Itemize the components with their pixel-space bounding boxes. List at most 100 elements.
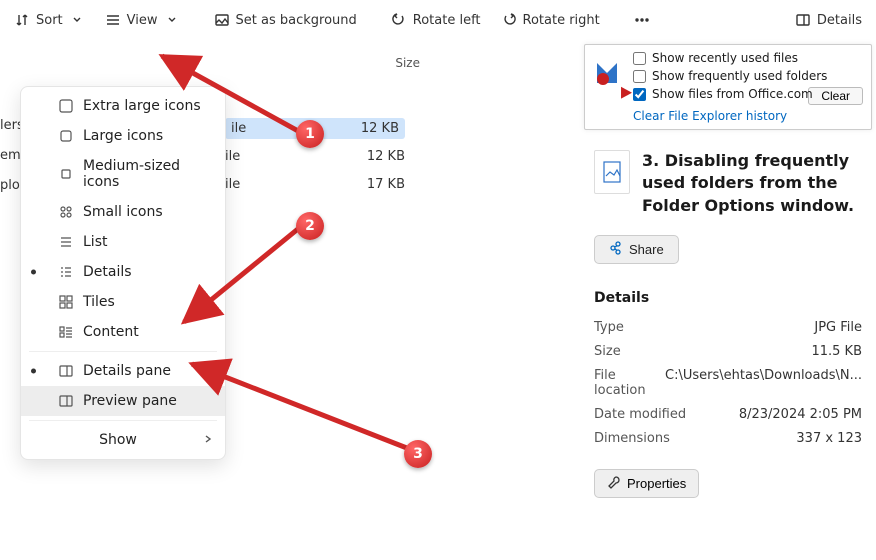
file-area: Size lers ems plo ile 12 KB ile 12 KB il… — [0, 40, 580, 559]
set-background-button[interactable]: Set as background — [206, 8, 365, 32]
sort-icon — [14, 12, 30, 28]
column-header[interactable]: Size — [300, 56, 420, 70]
annotation-badge-3: 3 — [404, 440, 432, 468]
frequently-used-checkbox[interactable] — [633, 70, 646, 83]
checked-dot-icon — [31, 369, 36, 374]
properties-label: Properties — [627, 476, 686, 491]
chevron-down-icon — [164, 12, 180, 28]
rotate-left-icon — [391, 12, 407, 28]
chevron-right-icon — [203, 432, 213, 448]
view-label: View — [127, 13, 158, 28]
menu-separator — [29, 420, 217, 421]
detail-key: Dimensions — [594, 431, 670, 446]
menu-show[interactable]: Show — [21, 425, 225, 455]
privacy-row: Show frequently used folders — [633, 69, 863, 83]
view-icon — [105, 12, 121, 28]
menu-extra-large-icons[interactable]: Extra large icons — [21, 91, 225, 121]
menu-preview-pane[interactable]: Preview pane — [21, 386, 225, 416]
details-button[interactable]: Details — [787, 8, 870, 32]
list-icon — [57, 233, 75, 251]
image-icon — [214, 12, 230, 28]
detail-row: Type JPG File — [594, 320, 862, 335]
menu-details-pane[interactable]: Details pane — [21, 356, 225, 386]
detail-row: Dimensions 337 x 123 — [594, 431, 862, 446]
checked-dot-icon — [31, 270, 36, 275]
content-icon — [57, 323, 75, 341]
file-size: 17 KB — [345, 177, 405, 192]
menu-content[interactable]: Content — [21, 317, 225, 347]
detail-value: 8/23/2024 2:05 PM — [739, 407, 862, 422]
clear-button[interactable]: Clear — [808, 87, 863, 105]
share-label: Share — [629, 242, 664, 257]
file-row[interactable]: ile 17 KB — [225, 174, 405, 195]
menu-list[interactable]: List — [21, 227, 225, 257]
detail-row: Size 11.5 KB — [594, 344, 862, 359]
toolbar: Sort View Set as background Rotate left … — [0, 0, 876, 40]
rotate-left-button[interactable]: Rotate left — [383, 8, 489, 32]
grid-icon — [57, 203, 75, 221]
ellipsis-icon — [634, 12, 650, 28]
share-button[interactable]: Share — [594, 235, 679, 264]
menu-separator — [29, 351, 217, 352]
rotate-right-icon — [501, 12, 517, 28]
properties-button[interactable]: Properties — [594, 469, 699, 498]
square-icon — [57, 165, 75, 183]
detail-value: C:\Users\ehtas\Downloads\N... — [665, 368, 862, 398]
more-button[interactable] — [626, 8, 658, 32]
pane-icon — [57, 392, 75, 410]
detail-key: Type — [594, 320, 624, 335]
menu-medium-icons[interactable]: Medium-sized icons — [21, 151, 225, 197]
menu-small-icons[interactable]: Small icons — [21, 197, 225, 227]
sort-button[interactable]: Sort — [6, 8, 93, 32]
square-icon — [57, 97, 75, 115]
share-icon — [609, 241, 623, 258]
privacy-label: Show files from Office.com — [652, 87, 813, 101]
rotate-right-button[interactable]: Rotate right — [493, 8, 608, 32]
clear-history-link[interactable]: Clear File Explorer history — [633, 109, 787, 123]
file-type: ile — [231, 121, 291, 136]
detail-key: Date modified — [594, 407, 686, 422]
square-icon — [57, 127, 75, 145]
menu-details[interactable]: Details — [21, 257, 225, 287]
size-col[interactable]: Size — [395, 56, 420, 70]
tiles-icon — [57, 293, 75, 311]
file-thumbnail — [594, 150, 630, 194]
recently-used-checkbox[interactable] — [633, 52, 646, 65]
file-row[interactable]: ile 12 KB — [225, 146, 405, 167]
list-icon — [57, 263, 75, 281]
chevron-down-icon — [69, 12, 85, 28]
detail-value: 337 x 123 — [796, 431, 862, 446]
detail-value: JPG File — [814, 320, 862, 335]
preview-metadata: 3. Disabling frequently used folders fro… — [580, 130, 876, 498]
detail-value: 11.5 KB — [811, 344, 862, 359]
sort-label: Sort — [36, 13, 63, 28]
view-button[interactable]: View — [97, 8, 188, 32]
privacy-options-thumbnail: ‣ Show recently used files Show frequent… — [584, 44, 872, 130]
file-size: 12 KB — [345, 149, 405, 164]
office-files-checkbox[interactable] — [633, 88, 646, 101]
annotation-badge-2: 2 — [296, 212, 324, 240]
file-type: ile — [225, 177, 285, 192]
detail-key: Size — [594, 344, 621, 359]
file-title: 3. Disabling frequently used folders fro… — [642, 150, 862, 217]
annotation-marker-icon: ‣ — [617, 77, 635, 110]
file-type: ile — [225, 149, 285, 164]
annotation-badge-1: 1 — [296, 120, 324, 148]
privacy-label: Show recently used files — [652, 51, 798, 65]
wrench-icon — [607, 475, 621, 492]
privacy-label: Show frequently used folders — [652, 69, 827, 83]
details-pane-icon — [795, 12, 811, 28]
details-pane: ‣ Show recently used files Show frequent… — [580, 40, 876, 559]
file-size: 12 KB — [339, 121, 399, 136]
rotate-left-label: Rotate left — [413, 13, 481, 28]
nav-fragment: plo — [0, 178, 20, 193]
menu-tiles[interactable]: Tiles — [21, 287, 225, 317]
details-heading: Details — [594, 290, 862, 306]
privacy-row: Show recently used files — [633, 51, 863, 65]
detail-row: File locationC:\Users\ehtas\Downloads\N.… — [594, 368, 862, 398]
menu-large-icons[interactable]: Large icons — [21, 121, 225, 151]
detail-key: File location — [594, 368, 665, 398]
detail-row: Date modified 8/23/2024 2:05 PM — [594, 407, 862, 422]
set-bg-label: Set as background — [236, 13, 357, 28]
view-menu: Extra large icons Large icons Medium-siz… — [20, 86, 226, 460]
